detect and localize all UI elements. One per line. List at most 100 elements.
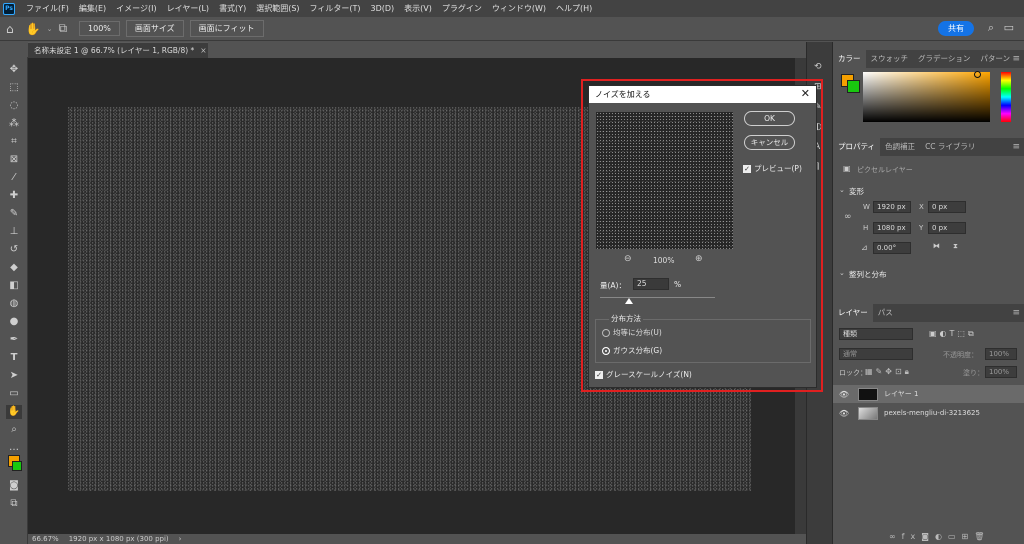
angle-icon: ⊿	[861, 243, 868, 252]
layer-filter-icons[interactable]: ▣◐T⬚⧉	[929, 329, 977, 339]
tools-panel: ✥ ⬚ ◌ ⁂ ⌗ ⊠ ⁄ ✚ ✎ ⊥ ↺ ◆ ◧ ◍ ● ✒ T ➤ ▭ ✋ …	[0, 57, 28, 544]
panel-menu-icon[interactable]: ≡	[1012, 304, 1020, 322]
layer-filter-kind[interactable]: 種類	[839, 328, 913, 340]
path-select-tool-icon[interactable]: ➤	[6, 369, 22, 383]
menu-filter[interactable]: フィルター(T)	[305, 3, 366, 14]
tab-cc-libraries[interactable]: CC ライブラリ	[920, 138, 980, 156]
tab-color[interactable]: カラー	[833, 50, 866, 68]
tab-properties[interactable]: プロパティ	[833, 138, 881, 156]
transform-chevron-icon[interactable]: ⌄	[839, 186, 845, 194]
eyedropper-tool-icon[interactable]: ⁄	[6, 171, 22, 185]
tab-adjustments[interactable]: 色調補正	[880, 138, 920, 156]
status-zoom[interactable]: 66.67%	[32, 535, 59, 543]
frame-tool-icon[interactable]: ⊠	[6, 153, 22, 167]
more-tools-icon[interactable]: …	[6, 441, 22, 455]
brush-tool-icon[interactable]: ✎	[6, 207, 22, 221]
panel-background-swatch[interactable]	[847, 80, 860, 93]
zoom-tool-icon[interactable]: ⌕	[6, 423, 22, 437]
scroll-all-windows-icon[interactable]: ⧉	[58, 21, 67, 36]
spot-healing-tool-icon[interactable]: ✚	[6, 189, 22, 203]
zoom-field[interactable]: 100%	[79, 21, 120, 36]
color-picker-field[interactable]	[863, 72, 990, 122]
blur-tool-icon[interactable]: ◍	[6, 297, 22, 311]
hue-slider[interactable]	[1001, 72, 1011, 122]
hand-tool-icon[interactable]: ✋	[26, 22, 41, 36]
status-doc-size: 1920 px x 1080 px (300 ppi)	[68, 535, 169, 543]
status-bar: 66.67% 1920 px x 1080 px (300 ppi) ›	[28, 534, 806, 544]
gradient-tool-icon[interactable]: ◧	[6, 279, 22, 293]
menu-layer[interactable]: レイヤー(L)	[162, 3, 214, 14]
tab-layers[interactable]: レイヤー	[833, 304, 873, 322]
link-icon[interactable]: ∞	[844, 212, 852, 222]
panel-menu-icon[interactable]: ≡	[1012, 138, 1020, 156]
menu-edit[interactable]: 編集(E)	[74, 3, 111, 14]
home-icon[interactable]: ⌂	[6, 22, 14, 36]
y-field[interactable]: 0 px	[928, 222, 966, 234]
background-color-swatch[interactable]	[12, 461, 22, 471]
quick-mask-icon[interactable]: ◙	[6, 479, 22, 493]
fill-field[interactable]: 100%	[985, 366, 1017, 378]
photoshop-logo[interactable]: Ps	[3, 2, 15, 15]
workspace-icon[interactable]: ▭	[1004, 21, 1014, 34]
fill-screen-button[interactable]: 画面にフィット	[189, 20, 264, 37]
type-tool-icon[interactable]: T	[6, 351, 22, 365]
close-icon[interactable]: ×	[200, 46, 206, 55]
quick-select-tool-icon[interactable]: ⁂	[6, 117, 22, 131]
menu-3d[interactable]: 3D(D)	[366, 4, 400, 13]
height-label: H	[863, 224, 869, 232]
opacity-field[interactable]: 100%	[985, 348, 1017, 360]
document-tab[interactable]: 名称未設定 1 @ 66.7% (レイヤー 1, RGB/8) * ×	[28, 42, 208, 58]
status-chevron-icon[interactable]: ›	[179, 535, 182, 543]
tool-preset-chevron-icon[interactable]: ⌄	[47, 25, 53, 33]
flip-horizontal-icon[interactable]: ⧓	[933, 242, 940, 250]
menu-view[interactable]: 表示(V)	[399, 3, 437, 14]
layer-name: レイヤー 1	[884, 390, 919, 398]
visibility-eye-icon[interactable]: 👁︎	[838, 409, 850, 418]
pen-tool-icon[interactable]: ✒	[6, 333, 22, 347]
tab-swatches[interactable]: スウォッチ	[866, 50, 914, 68]
lasso-tool-icon[interactable]: ◌	[6, 99, 22, 113]
tab-paths[interactable]: パス	[873, 304, 898, 322]
panel-menu-icon[interactable]: ≡	[1012, 50, 1020, 68]
align-chevron-icon[interactable]: ⌄	[839, 269, 845, 277]
stamp-tool-icon[interactable]: ⊥	[6, 225, 22, 239]
height-field[interactable]: 1080 px	[873, 222, 911, 234]
width-label: W	[863, 203, 870, 211]
layer-thumbnail	[858, 406, 878, 420]
menu-select[interactable]: 選択範囲(S)	[251, 3, 304, 14]
right-panel-dock: カラー スウォッチ グラデーション パターン ≡ プロパティ 色調補正 CC ラ…	[832, 42, 1024, 544]
tab-gradients[interactable]: グラデーション	[913, 50, 975, 68]
eraser-tool-icon[interactable]: ◆	[6, 261, 22, 275]
flip-vertical-icon[interactable]: ⧗	[953, 242, 958, 251]
rectangle-tool-icon[interactable]: ▭	[6, 387, 22, 401]
menu-type[interactable]: 書式(Y)	[214, 3, 251, 14]
visibility-eye-icon[interactable]: 👁︎	[838, 390, 850, 399]
angle-field[interactable]: 0.00°	[873, 242, 911, 254]
hand-tool-icon-active[interactable]: ✋	[6, 405, 22, 419]
color-picker-cursor[interactable]	[974, 71, 981, 78]
x-field[interactable]: 0 px	[928, 201, 966, 213]
menu-plugins[interactable]: プラグイン	[437, 3, 487, 14]
search-icon[interactable]: ⌕	[988, 21, 994, 35]
width-field[interactable]: 1920 px	[873, 201, 911, 213]
history-panel-icon[interactable]: ⟲	[814, 62, 822, 72]
screen-mode-icon[interactable]: ⧉	[6, 497, 22, 511]
menu-help[interactable]: ヘルプ(H)	[551, 3, 597, 14]
blend-mode-select[interactable]: 通常	[839, 348, 913, 360]
lock-icons[interactable]: ▦✎✥⊡🔒︎	[865, 367, 912, 377]
marquee-tool-icon[interactable]: ⬚	[6, 81, 22, 95]
crop-tool-icon[interactable]: ⌗	[6, 135, 22, 149]
menu-file[interactable]: ファイル(F)	[21, 3, 74, 14]
layer-row[interactable]: 👁︎ レイヤー 1	[833, 385, 1024, 403]
tab-patterns[interactable]: パターン	[975, 50, 1015, 68]
layer-row[interactable]: 👁︎ pexels-mengliu-di-3213625	[833, 404, 1024, 422]
layer-footer-icons[interactable]: ∞fx◙◐▭⊞🗑︎	[889, 532, 990, 541]
menu-window[interactable]: ウィンドウ(W)	[487, 3, 551, 14]
history-brush-tool-icon[interactable]: ↺	[6, 243, 22, 257]
fit-screen-button[interactable]: 画面サイズ	[125, 20, 184, 37]
menu-image[interactable]: イメージ(I)	[111, 3, 161, 14]
move-tool-icon[interactable]: ✥	[6, 63, 22, 77]
fill-label: 塗り：	[963, 369, 984, 377]
dodge-tool-icon[interactable]: ●	[6, 315, 22, 329]
share-button[interactable]: 共有	[938, 21, 974, 36]
